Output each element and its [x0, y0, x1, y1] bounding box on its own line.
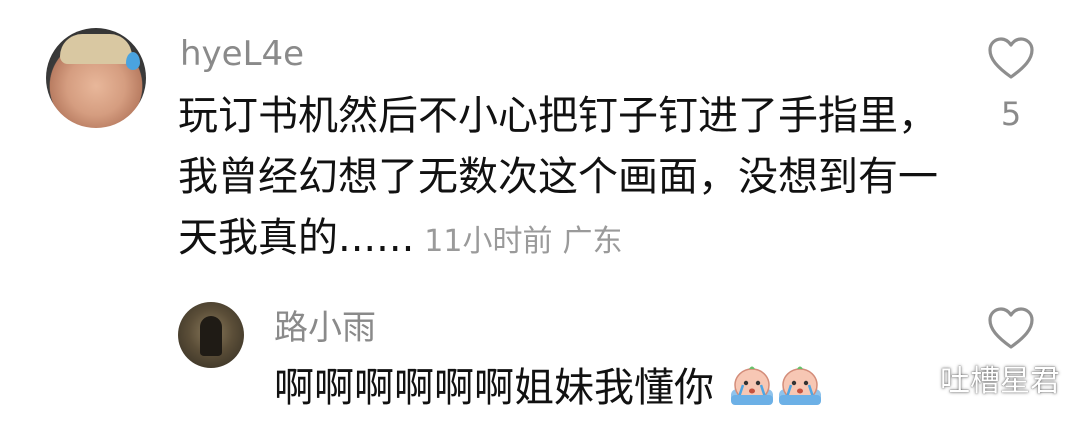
comment-text-line-3: 天我真的...... 11小时前 广东 — [178, 208, 622, 272]
comment-text-line-2: 我曾经幻想了无数次这个画面，没想到有一 — [178, 154, 938, 200]
comment-text-line-3-text: 天我真的...... — [178, 215, 415, 261]
reply-heart-icon[interactable] — [987, 306, 1035, 350]
heart-icon[interactable] — [987, 36, 1035, 80]
wechat-icon — [892, 362, 933, 393]
comment-username[interactable]: hyeL4e — [180, 34, 304, 74]
reply-username[interactable]: 路小雨 — [274, 308, 376, 348]
reply-avatar[interactable] — [178, 302, 244, 368]
reply-text: 啊啊啊啊啊啊姐妹我懂你 — [274, 358, 823, 419]
crying-face-emoji-icon — [730, 366, 773, 405]
watermark-text: 吐槽星君 — [940, 364, 1060, 399]
sweat-drop-icon — [126, 52, 140, 70]
reply-text-content: 啊啊啊啊啊啊姐妹我懂你 — [274, 365, 714, 411]
avatar[interactable] — [46, 28, 146, 128]
comment-time: 11小时前 — [424, 224, 553, 259]
avatar-hair — [60, 34, 132, 64]
like-count: 5 — [1000, 95, 1022, 133]
avatar-figure — [200, 316, 222, 356]
crying-face-emoji-icon — [778, 366, 821, 405]
comment-text-line-1: 玩订书机然后不小心把钉子钉进了手指里， — [178, 93, 938, 139]
comment-location: 广东 — [562, 224, 623, 259]
watermark: 吐槽星君 — [892, 356, 1060, 400]
